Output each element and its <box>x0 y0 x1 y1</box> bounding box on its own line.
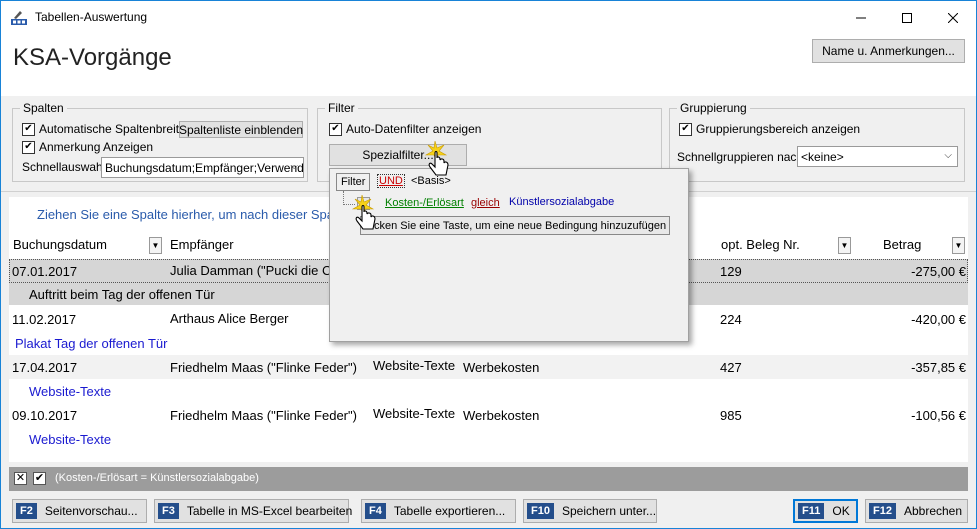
cell-beleg: 224 <box>720 312 742 327</box>
und-operator[interactable]: UND <box>377 174 405 188</box>
f3-key-badge: F3 <box>158 503 179 519</box>
special-filter-popup: Filter UND <Basis> Kosten-/Erlösart glei… <box>329 168 689 342</box>
cell-note: Website-Texte <box>29 432 112 447</box>
window-title: Tabellen-Auswertung <box>35 10 148 24</box>
cell-recipient: Arthaus Alice Berger <box>170 311 289 326</box>
maximize-icon <box>902 12 912 23</box>
cancel-button[interactable]: F12 Abbrechen <box>865 499 968 523</box>
cell-recipient: Julia Damman ("Pucki die Cl <box>170 263 335 278</box>
auto-filter-checkbox[interactable]: ✔ Auto-Datenfilter anzeigen <box>329 122 481 136</box>
page-title: KSA-Vorgänge <box>13 44 172 71</box>
app-icon <box>11 11 27 25</box>
gruppierung-legend: Gruppierung <box>677 101 750 115</box>
table-row[interactable]: 17.04.2017 Friedhelm Maas ("Flinke Feder… <box>9 355 968 403</box>
cell-beleg: 427 <box>720 360 742 375</box>
cell-category: Werbekosten <box>463 408 540 423</box>
cell-amount: -420,00 € <box>911 312 966 327</box>
maximize-button[interactable] <box>884 1 930 34</box>
excel-button[interactable]: F3 Tabelle in MS-Excel bearbeiten <box>154 499 352 523</box>
cell-amount: -275,00 € <box>911 264 966 279</box>
cell-note: Website-Texte <box>29 384 112 399</box>
column-filter-dropdown[interactable]: ▼ <box>952 237 965 254</box>
checkmark-icon: ✔ <box>329 122 342 136</box>
filter-enabled-checkbox[interactable]: ✔ <box>33 472 46 485</box>
f2-key-badge: F2 <box>16 503 37 519</box>
name-notes-button[interactable]: Name u. Anmerkungen... <box>812 39 965 63</box>
cell-date: 11.02.2017 <box>12 312 77 327</box>
cell-note: Plakat Tag der offenen Tür <box>15 336 168 351</box>
quick-group-label: Schnellgruppieren nach: <box>677 150 807 164</box>
column-filter-dropdown[interactable]: ▼ <box>149 237 162 254</box>
cell-date: 07.01.2017 <box>12 264 78 279</box>
filter-tab[interactable]: Filter <box>336 173 371 191</box>
cell-purpose: Website-Texte <box>373 406 456 421</box>
f12-key-badge: F12 <box>869 503 896 519</box>
column-header-amount[interactable]: Betrag <box>883 233 921 255</box>
column-header-date[interactable]: Buchungsdatum <box>13 233 107 255</box>
filter-legend: Filter <box>325 101 358 115</box>
f11-key-badge: F11 <box>798 503 825 519</box>
preview-button[interactable]: F2 Seitenvorschau... <box>12 499 147 523</box>
condition-value[interactable]: Künstlersozialabgabe <box>509 196 614 208</box>
row-note-band <box>9 379 968 403</box>
minimize-icon <box>856 17 866 18</box>
cell-amount: -100,56 € <box>911 408 966 423</box>
chevron-down-icon: ⌵ <box>944 150 952 161</box>
title-bar: Tabellen-Auswertung <box>1 1 976 34</box>
f10-key-badge: F10 <box>527 503 554 519</box>
spalten-legend: Spalten <box>20 101 67 115</box>
filter-expression: (Kosten-/Erlösart = Künstlersozialabgabe… <box>55 472 259 484</box>
column-list-button[interactable]: Spaltenliste einblenden <box>179 121 303 138</box>
auto-width-checkbox[interactable]: ✔ Automatische Spaltenbreite <box>22 122 186 136</box>
condition-operator[interactable]: gleich <box>471 197 500 209</box>
cell-purpose: Website-Texte <box>373 358 456 373</box>
cell-beleg: 985 <box>720 408 742 423</box>
clear-filter-icon[interactable]: ✕ <box>14 472 27 485</box>
app-window: Tabellen-Auswertung KSA-Vorgänge Name u.… <box>0 0 977 529</box>
gruppierung-group: Gruppierung ✔ Gruppierungsbereich anzeig… <box>669 101 965 182</box>
add-condition-hint[interactable]: cken Sie eine Taste, um eine neue Beding… <box>360 216 670 235</box>
quick-select-dropdown[interactable]: Buchungsdatum;Empfänger;Verwendu ⌵ <box>101 157 304 178</box>
cell-date: 17.04.2017 <box>12 360 78 375</box>
filter-status-bar: ✕ ✔ (Kosten-/Erlösart = Künstlersozialab… <box>9 467 968 491</box>
checkmark-icon: ✔ <box>679 122 692 136</box>
checkmark-icon: ✔ <box>22 122 35 136</box>
header-area: KSA-Vorgänge Name u. Anmerkungen... <box>1 34 976 96</box>
column-header-recipient[interactable]: Empfänger <box>170 233 234 255</box>
cell-recipient: Friedhelm Maas ("Flinke Feder") <box>170 408 357 423</box>
column-filter-dropdown[interactable]: ▼ <box>838 237 851 254</box>
export-button[interactable]: F4 Tabelle exportieren... <box>361 499 516 523</box>
f4-key-badge: F4 <box>365 503 386 519</box>
spalten-group: Spalten ✔ Automatische Spaltenbreite Spa… <box>12 101 308 182</box>
show-group-area-checkbox[interactable]: ✔ Gruppierungsbereich anzeigen <box>679 122 860 136</box>
cell-recipient: Friedhelm Maas ("Flinke Feder") <box>170 360 357 375</box>
cell-amount: -357,85 € <box>911 360 966 375</box>
minimize-button[interactable] <box>838 1 884 34</box>
quick-select-label: Schnellauswahl: <box>22 160 109 174</box>
column-header-beleg[interactable]: opt. Beleg Nr. <box>721 233 800 255</box>
checkmark-icon: ✔ <box>22 140 35 154</box>
cell-note: Auftritt beim Tag der offenen Tür <box>29 287 215 302</box>
hand-cursor-icon <box>424 141 449 176</box>
close-icon <box>948 12 958 23</box>
cell-beleg: 129 <box>720 264 742 279</box>
close-button[interactable] <box>930 1 976 34</box>
quick-group-dropdown[interactable]: <keine> ⌵ <box>797 146 958 167</box>
cell-date: 09.10.2017 <box>12 408 78 423</box>
group-drop-hint: Ziehen Sie eine Spalte hierher, um nach … <box>37 207 335 222</box>
cell-category: Werbekosten <box>463 360 540 375</box>
hand-cursor-icon <box>351 195 376 230</box>
condition-field[interactable]: Kosten-/Erlösart <box>385 197 464 209</box>
ok-button[interactable]: F11 OK <box>793 499 858 523</box>
show-note-checkbox[interactable]: ✔ Anmerkung Anzeigen <box>22 140 153 154</box>
chevron-down-icon: ⌵ <box>290 161 298 172</box>
table-row[interactable]: 09.10.2017 Friedhelm Maas ("Flinke Feder… <box>9 403 968 451</box>
save-as-button[interactable]: F10 Speichern unter... <box>523 499 657 523</box>
